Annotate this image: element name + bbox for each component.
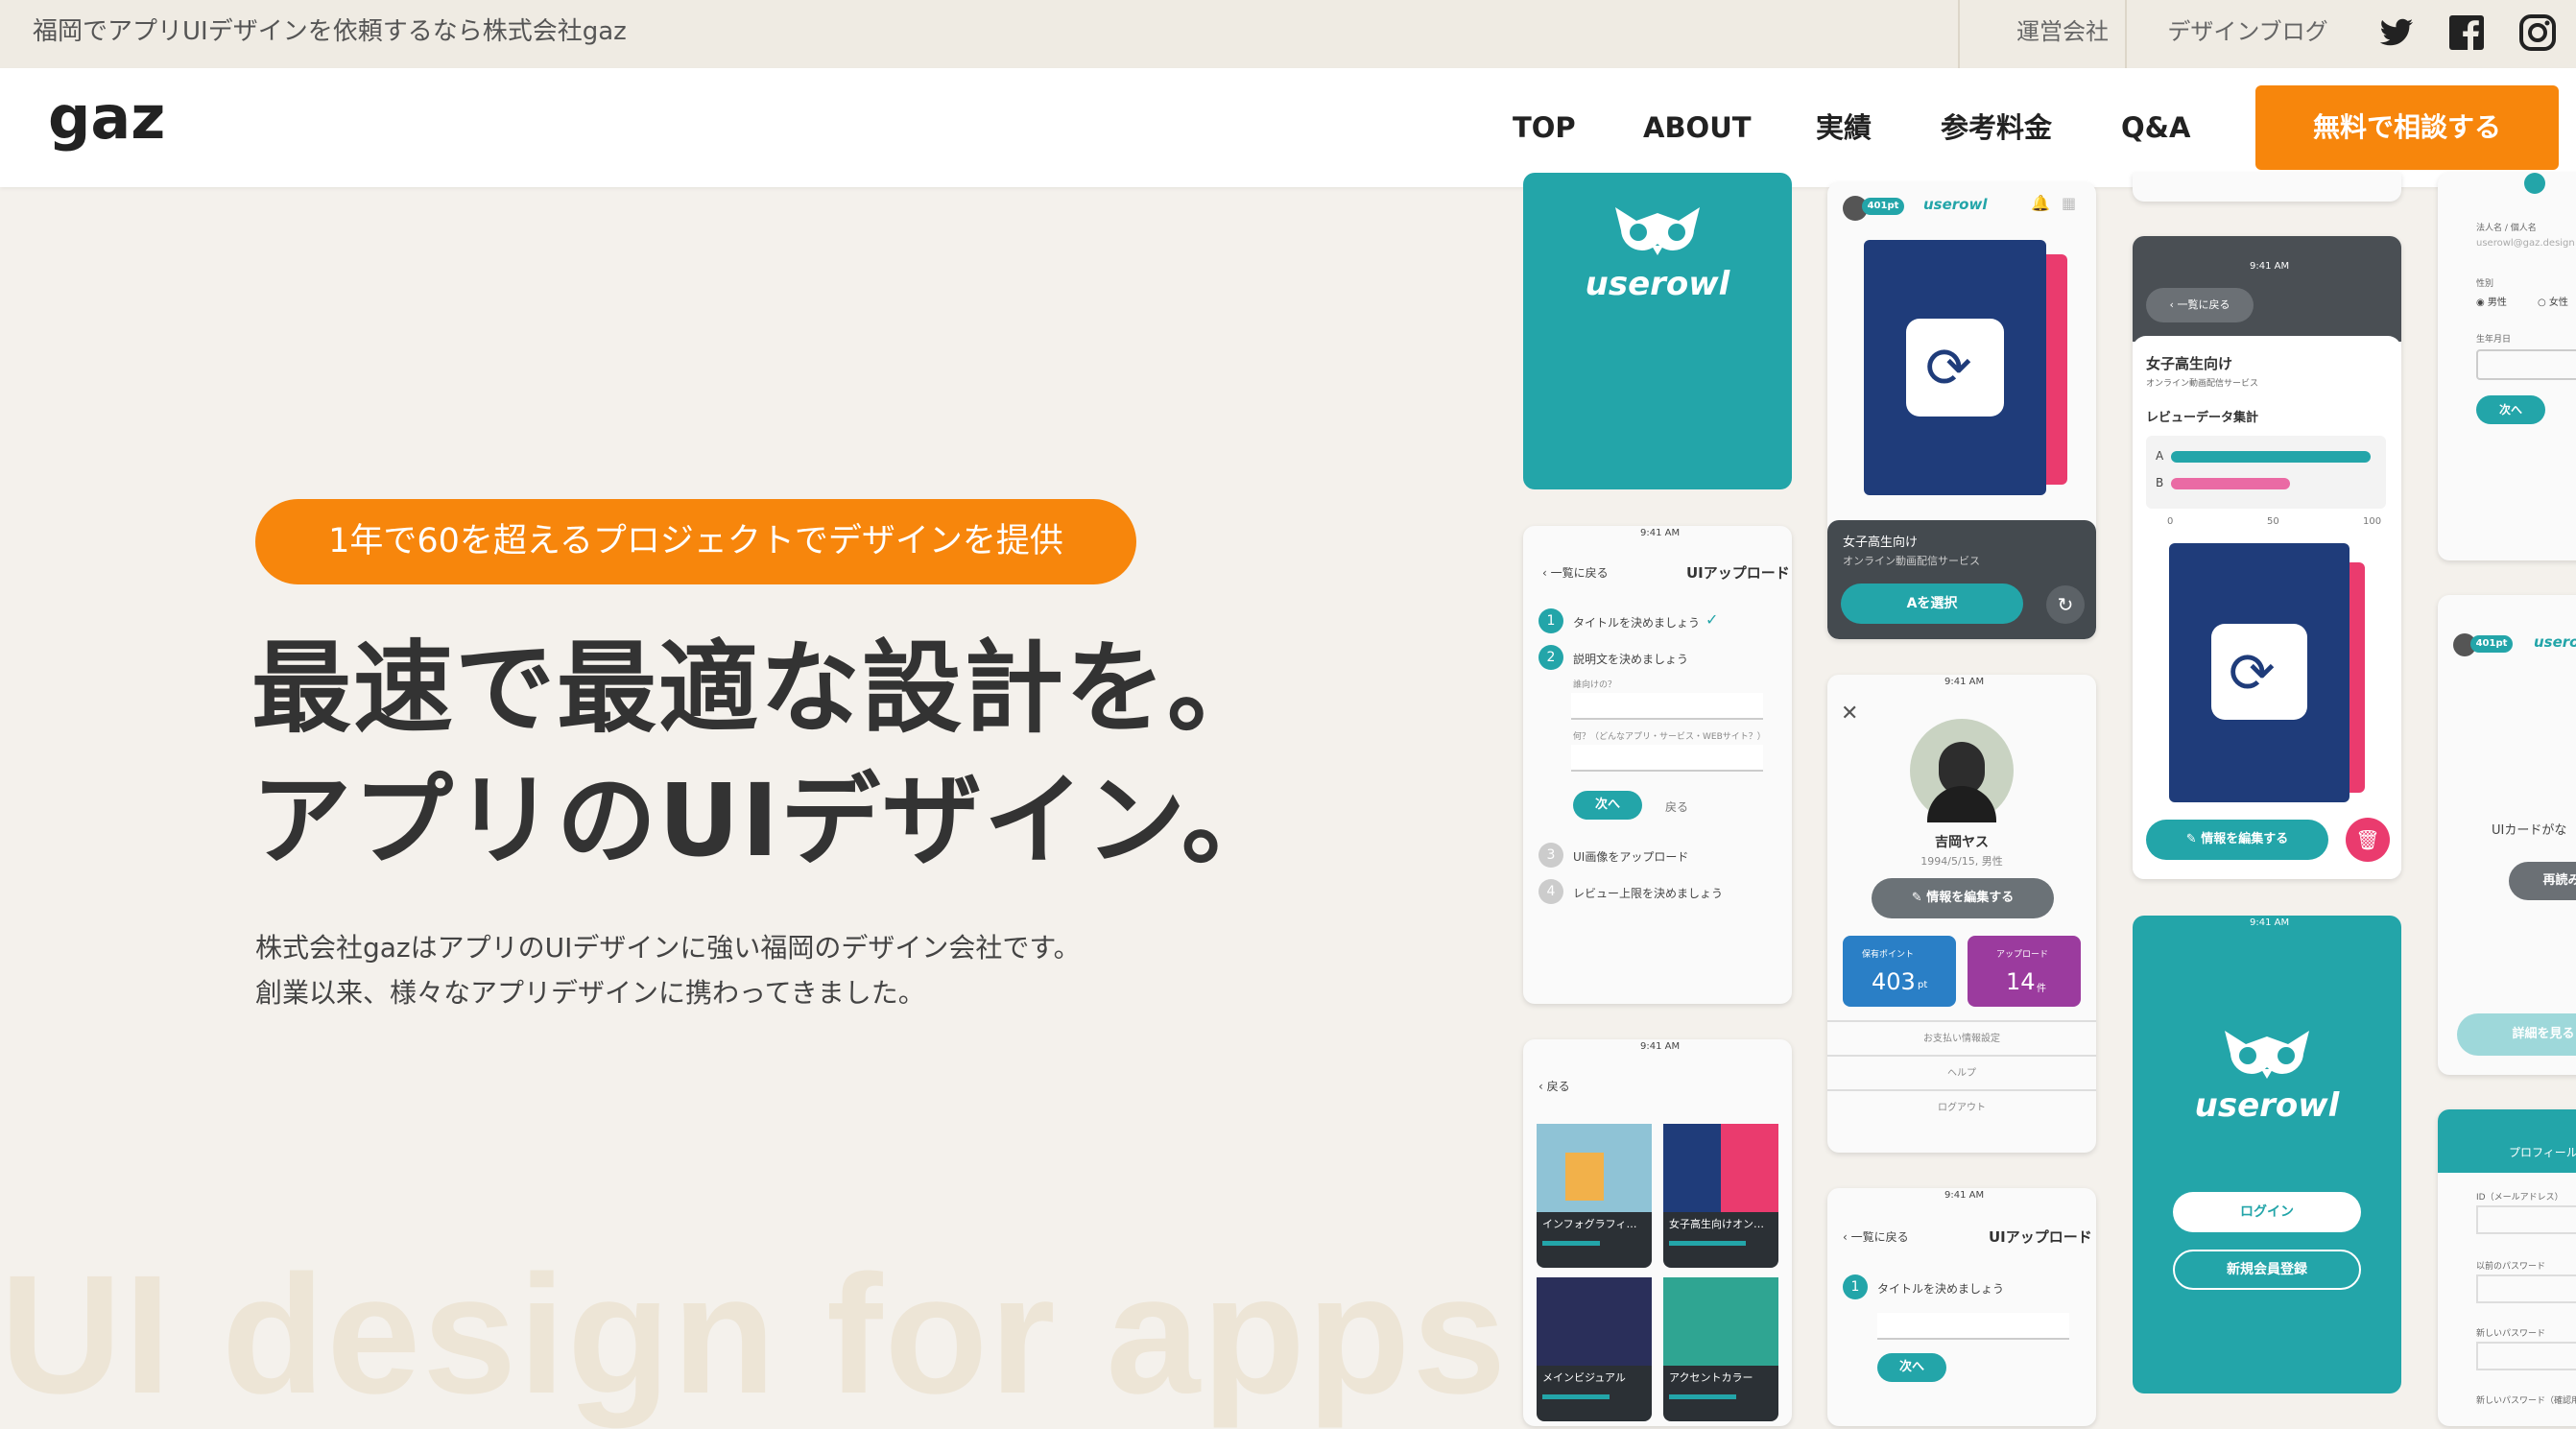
- check-icon: ✓: [1705, 610, 1719, 629]
- mockup-registration-form: 法人名 / 個人名 userowl@gaz.design 性別 ◉ 男性 ○ 女…: [2438, 173, 2576, 560]
- refresh-icon: ⟳: [2229, 640, 2276, 705]
- edit-info-button[interactable]: ✎ 情報を編集する: [2146, 820, 2328, 860]
- gallery-card-jk-service[interactable]: 女子高生向けオン…: [1663, 1124, 1778, 1268]
- hero-title-line2: アプリのUIデザイン。: [251, 762, 1283, 879]
- mockup-ui-upload-1: 9:41 AM ‹ 一覧に戻る UIアップロード 1 タイトルを決めましょう ✓…: [1523, 526, 1792, 1004]
- nav-works[interactable]: 実績: [1816, 68, 1872, 187]
- background-text: UI design for apps: [0, 1241, 1509, 1429]
- what-input[interactable]: [1571, 745, 1763, 772]
- mockup-ui-upload-2: 9:41 AM ‹ 一覧に戻る UIアップロード 1 タイトルを決めましょう 次…: [1827, 1188, 2096, 1426]
- gallery-card-infographic[interactable]: インフォグラフィ…: [1537, 1124, 1652, 1268]
- close-icon[interactable]: ✕: [1841, 702, 1858, 726]
- card-a-large[interactable]: ⟳: [2169, 543, 2349, 802]
- mockup-userowl-splash-1: userowl: [1523, 173, 1792, 489]
- site-tagline: 福岡でアプリUIデザインを依頼するなら株式会社gaz: [33, 17, 627, 46]
- mockup-ui-card-empty: 401pt userowl UIカードがな 再読み 詳細を見る: [2438, 595, 2576, 1075]
- select-a-button[interactable]: Aを選択: [1841, 584, 2023, 624]
- edit-profile-button[interactable]: ✎ 情報を編集する: [1872, 878, 2054, 918]
- nav-qa[interactable]: Q&A: [2121, 68, 2190, 187]
- svg-text:gaz: gaz: [48, 85, 163, 153]
- gallery-card-accent-color[interactable]: アクセントカラー: [1663, 1277, 1778, 1421]
- points-stat: 保有ポイント 403 pt: [1843, 936, 1956, 1007]
- profile-avatar: [1910, 719, 2014, 822]
- card-a[interactable]: ⟳: [1864, 240, 2046, 495]
- nav-pricing[interactable]: 参考料金: [1941, 68, 2052, 187]
- grid-icon[interactable]: ▦: [2062, 194, 2076, 212]
- gender-female-radio[interactable]: ○ 女性: [2538, 294, 2568, 308]
- review-bar-b: [2171, 478, 2290, 489]
- gaz-logo[interactable]: gaz: [48, 85, 163, 162]
- hero-title: 最速で最適な設計を。 アプリのUIデザイン。: [251, 622, 1283, 887]
- hero-title-line1: 最速で最適な設計を。: [251, 630, 1270, 747]
- hero-badge: 1年で60を超えるプロジェクトでデザインを提供: [255, 499, 1136, 584]
- uploads-stat: アップロード 14 件: [1968, 936, 2081, 1007]
- delete-icon[interactable]: 🗑: [2346, 818, 2390, 862]
- who-input[interactable]: [1571, 693, 1763, 720]
- mockup-profile: 9:41 AM ✕ 吉岡ヤス 1994/5/15, 男性 ✎ 情報を編集する 保…: [1827, 675, 2096, 1153]
- mockup-review-data: 9:41 AM ‹ 一覧に戻る 女子高生向け オンライン動画配信サービス レビュ…: [2133, 236, 2401, 879]
- mockup-userowl-login: 9:41 AM userowl ログイン 新規会員登録: [2133, 916, 2401, 1393]
- design-blog-link[interactable]: デザインブログ: [2125, 0, 2369, 68]
- facebook-icon[interactable]: [2447, 13, 2486, 52]
- hero-desc-line1: 株式会社gazはアプリのUIデザインに強い福岡のデザイン会社です。: [255, 932, 1081, 964]
- nav-top[interactable]: TOP: [1513, 68, 1576, 187]
- menu-logout[interactable]: ログアウト: [1827, 1099, 2096, 1113]
- ui-upload-heading: UIアップロード: [1686, 564, 1790, 582]
- refresh-icon: ⟳: [1925, 335, 1972, 400]
- back-button[interactable]: 戻る: [1665, 798, 1688, 815]
- brand-name: userowl: [1585, 265, 1730, 303]
- back-link[interactable]: ‹ 一覧に戻る: [1542, 564, 1609, 581]
- menu-payment[interactable]: お支払い情報設定: [1827, 1030, 2096, 1044]
- mockup-select-a: 401pt userowl 🔔 ▦ ⟳ 女子高生向け オンライン動画配信サービス…: [1827, 182, 2096, 639]
- gallery-card-main-visual[interactable]: メインビジュアル: [1537, 1277, 1652, 1421]
- owl-icon: [1615, 207, 1700, 255]
- owl-icon: [2225, 1031, 2309, 1079]
- see-details-button[interactable]: 詳細を見る: [2457, 1013, 2576, 1056]
- mockup-profile-settings: プロフィール ID（メールアドレス） 以前のパスワード 新しいパスワード 新しい…: [2438, 1109, 2576, 1426]
- next-button[interactable]: 次へ: [1573, 791, 1642, 820]
- review-bar-a: [2171, 451, 2371, 463]
- gender-male-radio[interactable]: ◉ 男性: [2476, 294, 2507, 308]
- instagram-icon[interactable]: [2518, 13, 2557, 52]
- reload-icon[interactable]: ↻: [2046, 585, 2085, 624]
- review-heading: レビューデータ集計: [2146, 411, 2259, 425]
- hero-desc-line2: 創業以来、様々なアプリデザインに携わってきました。: [255, 977, 925, 1009]
- mockup-top-stub: [2133, 173, 2401, 202]
- menu-help[interactable]: ヘルプ: [1827, 1064, 2096, 1079]
- twitter-icon[interactable]: [2378, 13, 2417, 52]
- top-bar: 福岡でアプリUIデザインを依頼するなら株式会社gaz 運営会社 デザインブログ: [0, 0, 2576, 68]
- main-header: gaz TOP ABOUT 実績 参考料金 Q&A 無料で相談する: [0, 68, 2576, 187]
- free-consultation-button[interactable]: 無料で相談する: [2255, 85, 2559, 170]
- birthdate-input[interactable]: [2476, 349, 2576, 380]
- bell-icon[interactable]: 🔔: [2031, 194, 2050, 212]
- hero-description: 株式会社gazはアプリのUIデザインに強い福岡のデザイン会社です。 創業以来、様…: [255, 925, 1081, 1015]
- reload-button[interactable]: 再読み: [2509, 862, 2576, 900]
- mockup-gallery: 9:41 AM ‹ 戻る インフォグラフィ… 女子高生向けオン… メインビジュア…: [1523, 1039, 1792, 1426]
- login-button[interactable]: ログイン: [2173, 1192, 2361, 1232]
- nav-about[interactable]: ABOUT: [1643, 68, 1752, 187]
- gallery-back[interactable]: ‹ 戻る: [1538, 1078, 1570, 1094]
- signup-button[interactable]: 新規会員登録: [2173, 1250, 2361, 1290]
